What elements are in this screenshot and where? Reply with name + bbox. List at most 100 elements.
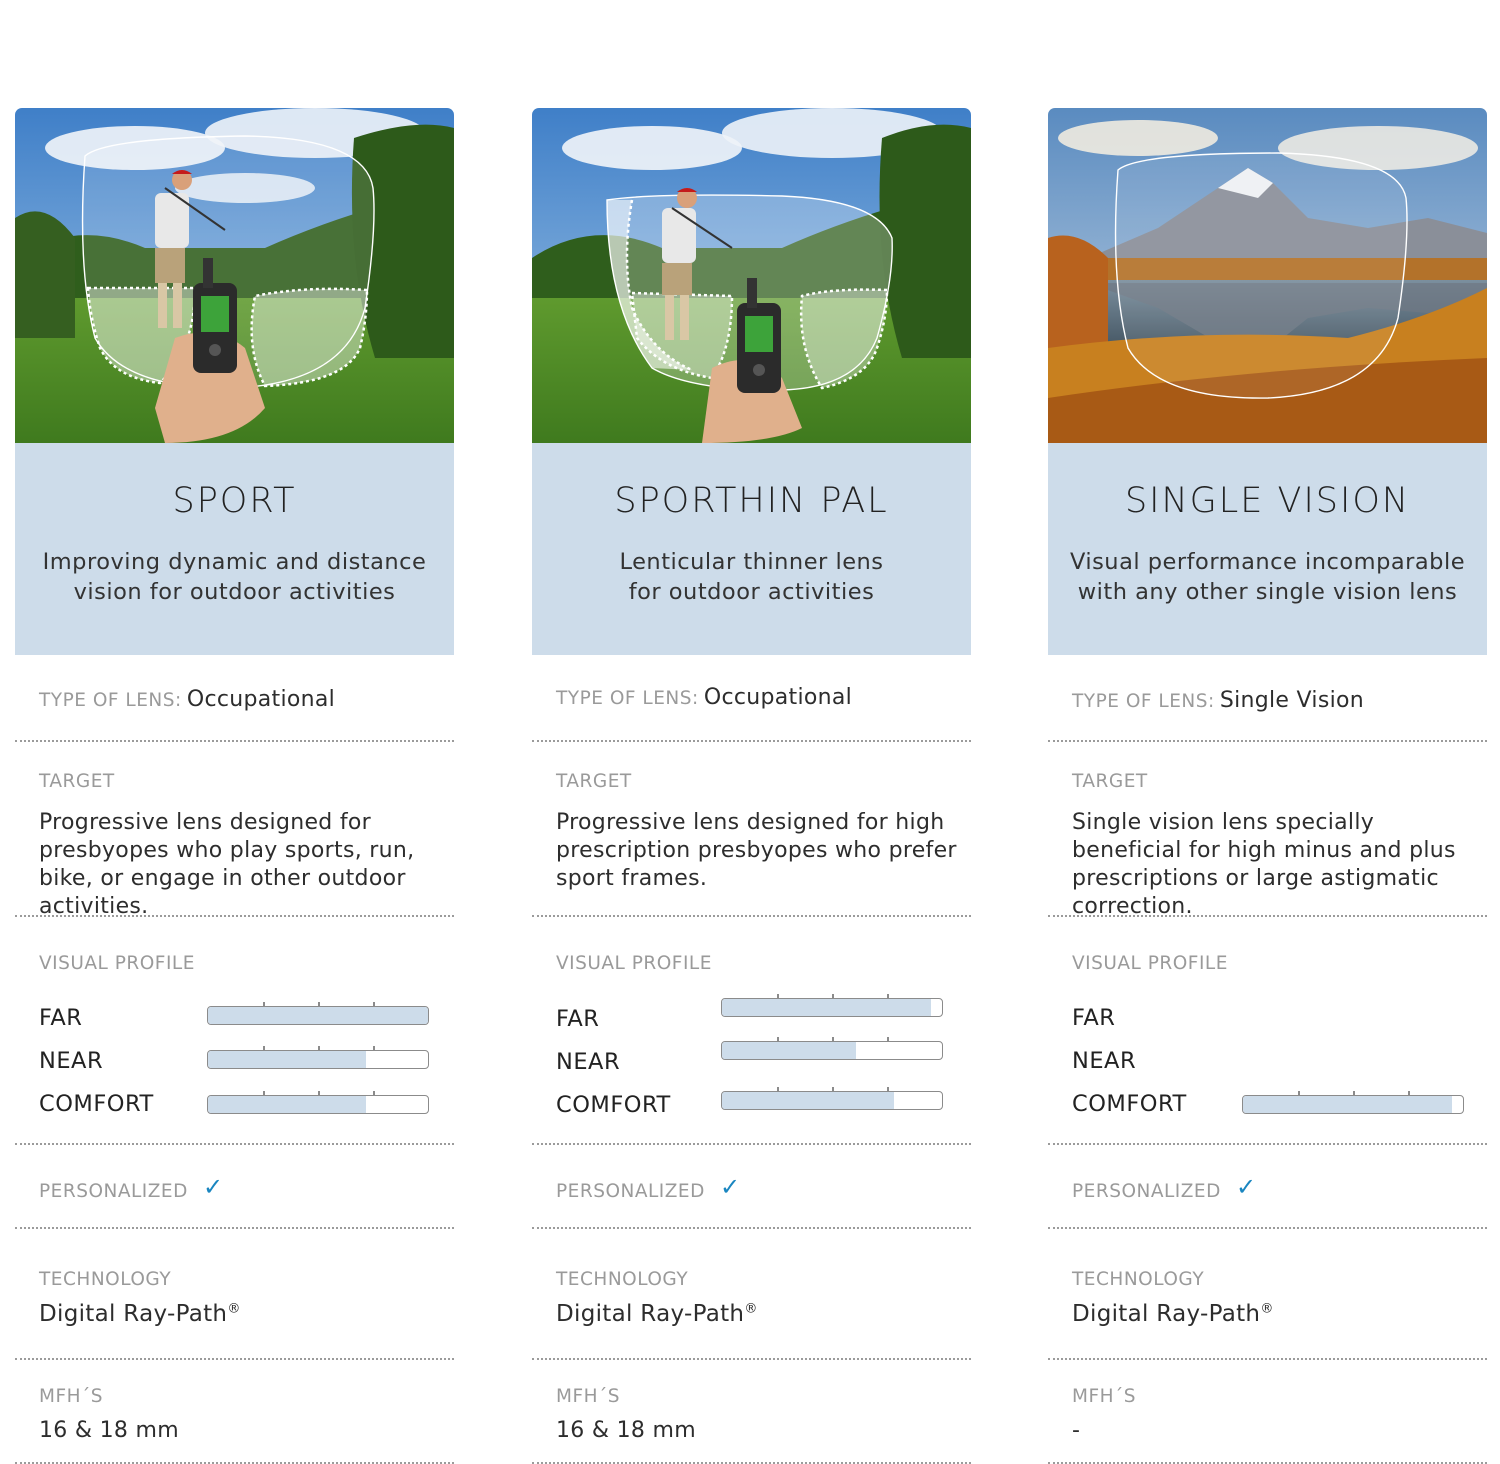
mfh-label: MFH´S [1072, 1386, 1137, 1407]
type-of-lens-row: TYPE OF LENS: Occupational [15, 655, 454, 742]
profile-name-far: FAR [1072, 1005, 1116, 1031]
personalized-row: PERSONALIZED ✓ [15, 1145, 454, 1229]
profile-bar-tick [263, 1046, 265, 1051]
profile-bar-comfort [721, 1087, 943, 1110]
profile-bar-tick [832, 1037, 834, 1042]
mfh-row: MFH´S 16 & 18 mm [532, 1360, 971, 1464]
profile-bar-tick [777, 994, 779, 999]
profile-bar-tick [373, 1046, 375, 1051]
profile-bar-tick [1298, 1091, 1300, 1096]
profile-bar-tick [777, 1037, 779, 1042]
check-icon: ✓ [203, 1173, 224, 1201]
technology-value: Digital Ray-Path® [1072, 1301, 1274, 1327]
profile-bar-comfort [207, 1091, 429, 1114]
profile-bar-tick [373, 1091, 375, 1096]
lens-subtitle-line: for outdoor activities [628, 579, 875, 605]
technology-label: TECHNOLOGY [556, 1269, 689, 1290]
profile-name-comfort: COMFORT [556, 1092, 671, 1118]
lens-header: SINGLE VISION Visual performance incompa… [1048, 443, 1487, 655]
lens-header: SPORT Improving dynamic and distance vis… [15, 443, 454, 655]
lens-photo-golfer [15, 108, 454, 443]
profile-bar-far [207, 1002, 429, 1025]
lens-card-sport: SPORT Improving dynamic and distance vis… [15, 108, 454, 1464]
profile-bar-tick [887, 1087, 889, 1092]
target-row: TARGET Progressive lens designed for pre… [15, 742, 454, 919]
lens-header: SPORTHIN PAL Lenticular thinner lens for… [532, 443, 971, 655]
visual-profile-row: VISUAL PROFILE FAR NEAR COMFORT [532, 917, 971, 1145]
profile-bar-fill [208, 1096, 367, 1113]
personalized-label: PERSONALIZED [1072, 1181, 1221, 1202]
profile-bar-tick [263, 1091, 265, 1096]
profile-name-comfort: COMFORT [39, 1091, 154, 1117]
target-label: TARGET [556, 771, 632, 792]
technology-name: Digital Ray-Path [556, 1301, 745, 1327]
profile-bar-tick [1408, 1091, 1410, 1096]
technology-row: TECHNOLOGY Digital Ray-Path® [1048, 1229, 1487, 1360]
personalized-label: PERSONALIZED [556, 1181, 705, 1202]
check-icon: ✓ [1236, 1173, 1257, 1201]
profile-bar-near [207, 1046, 429, 1069]
type-of-lens-label: TYPE OF LENS: [556, 688, 699, 709]
technology-row: TECHNOLOGY Digital Ray-Path® [532, 1229, 971, 1360]
lens-subtitle: Improving dynamic and distance vision fo… [15, 547, 454, 607]
profile-name-near: NEAR [39, 1048, 104, 1074]
visual-profile-label: VISUAL PROFILE [556, 953, 712, 974]
profile-bar-tick [887, 1037, 889, 1042]
personalized-label: PERSONALIZED [39, 1181, 188, 1202]
technology-name: Digital Ray-Path [1072, 1301, 1261, 1327]
type-of-lens-label: TYPE OF LENS: [39, 690, 182, 711]
target-row: TARGET Single vision lens specially bene… [1048, 742, 1487, 919]
profile-bar-tick [373, 1002, 375, 1007]
type-of-lens-row: TYPE OF LENS: Single Vision [1048, 655, 1487, 742]
lens-photo-golfer [532, 108, 971, 443]
registered-mark: ® [744, 1301, 758, 1317]
mfh-value: 16 & 18 mm [556, 1418, 696, 1443]
technology-label: TECHNOLOGY [1072, 1269, 1205, 1290]
profile-name-near: NEAR [556, 1049, 621, 1075]
profile-bar-fill [722, 1042, 857, 1059]
lens-subtitle-line: vision for outdoor activities [73, 579, 396, 605]
target-text: Progressive lens designed for presbyopes… [39, 810, 415, 919]
visual-profile-label: VISUAL PROFILE [1072, 953, 1228, 974]
profile-name-far: FAR [39, 1005, 83, 1031]
profile-bar-tick [887, 994, 889, 999]
type-of-lens-value: Single Vision [1219, 688, 1365, 713]
profile-bar-tick [318, 1091, 320, 1096]
technology-row: TECHNOLOGY Digital Ray-Path® [15, 1229, 454, 1360]
profile-bar-tick [832, 994, 834, 999]
technology-value: Digital Ray-Path® [556, 1301, 758, 1327]
technology-value: Digital Ray-Path® [39, 1301, 241, 1327]
profile-bar-tick [777, 1087, 779, 1092]
target-label: TARGET [1072, 771, 1148, 792]
mfh-row: MFH´S - [1048, 1360, 1487, 1464]
lens-subtitle: Visual performance incomparable with any… [1048, 547, 1487, 607]
profile-name-near: NEAR [1072, 1048, 1137, 1074]
mfh-row: MFH´S 16 & 18 mm [15, 1360, 454, 1464]
profile-bar-tick [318, 1002, 320, 1007]
lens-card-sporthin-pal: SPORTHIN PAL Lenticular thinner lens for… [532, 108, 971, 1464]
registered-mark: ® [1260, 1301, 1274, 1317]
target-text: Single vision lens specially beneficial … [1072, 810, 1456, 919]
lens-title: SINGLE VISION [1124, 481, 1411, 521]
profile-bar-fill [208, 1007, 428, 1024]
lens-card-single-vision: SINGLE VISION Visual performance incompa… [1048, 108, 1487, 1464]
mfh-value: 16 & 18 mm [39, 1418, 179, 1443]
profile-name-far: FAR [556, 1006, 600, 1032]
profile-bar-fill [1243, 1096, 1452, 1113]
profile-bar-tick [263, 1002, 265, 1007]
mfh-value: - [1072, 1418, 1081, 1443]
type-of-lens-label: TYPE OF LENS: [1072, 691, 1215, 712]
profile-bar-near [721, 1037, 943, 1060]
profile-bar-far [721, 994, 943, 1017]
type-of-lens-value: Occupational [186, 687, 336, 712]
profile-bar-comfort [1242, 1091, 1464, 1114]
profile-bar-fill [722, 999, 931, 1016]
type-of-lens-value: Occupational [703, 685, 853, 710]
lens-title: SPORT [172, 481, 297, 521]
lens-subtitle-line: with any other single vision lens [1077, 579, 1458, 605]
mfh-label: MFH´S [556, 1386, 621, 1407]
personalized-row: PERSONALIZED ✓ [532, 1145, 971, 1229]
profile-bar-tick [832, 1087, 834, 1092]
lens-photo-mountain-lake [1048, 108, 1487, 443]
lens-title: SPORTHIN PAL [614, 481, 889, 521]
